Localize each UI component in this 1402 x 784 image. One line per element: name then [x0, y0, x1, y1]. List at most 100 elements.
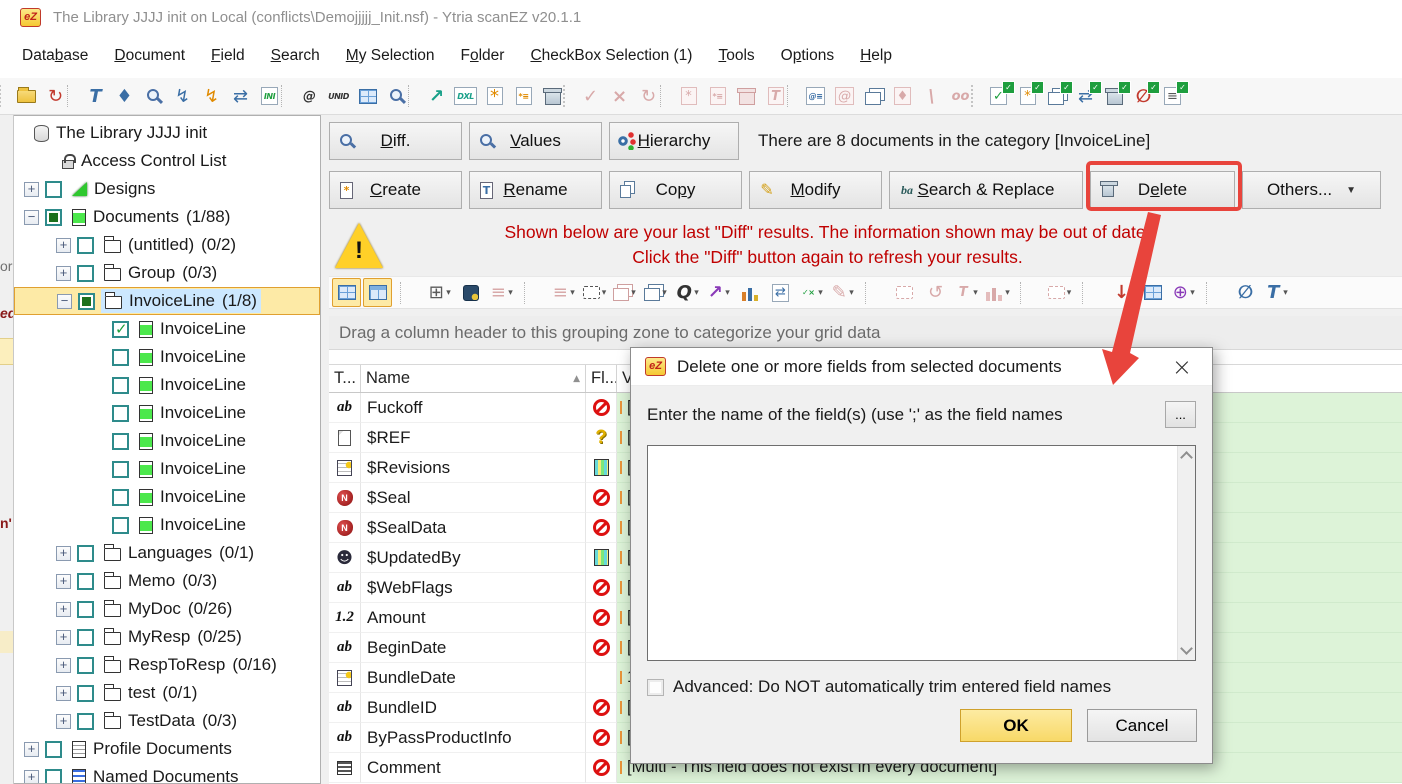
- create-from-selection-icon[interactable]: *: [1014, 83, 1041, 110]
- tree-checkbox[interactable]: [77, 657, 94, 674]
- action-button[interactable]: ✎Modify: [749, 171, 882, 209]
- delete-selection-icon[interactable]: [1101, 83, 1128, 110]
- tree-expander-icon[interactable]: +: [56, 546, 71, 561]
- tree-item[interactable]: InvoiceLine: [14, 315, 320, 343]
- menu-item[interactable]: My Selection: [346, 47, 435, 65]
- menu-item[interactable]: CheckBox Selection (1): [530, 47, 692, 65]
- tree-expander-icon[interactable]: +: [24, 770, 39, 784]
- tree-checkbox[interactable]: [77, 545, 94, 562]
- tree-checkbox[interactable]: [77, 237, 94, 254]
- database-time-icon[interactable]: [456, 278, 485, 307]
- compare-documents-icon[interactable]: ↯: [169, 83, 196, 110]
- action-button[interactable]: Others...▼: [1242, 171, 1381, 209]
- tree-checkbox[interactable]: [112, 349, 129, 366]
- tree-expander-icon[interactable]: −: [24, 210, 39, 225]
- tree-item[interactable]: + Profile Documents: [14, 735, 320, 763]
- create-documents-icon[interactable]: *≡: [510, 83, 537, 110]
- column-header-name[interactable]: Name▲: [361, 365, 586, 392]
- menu-item[interactable]: Database: [22, 47, 88, 65]
- view-banded-icon[interactable]: [363, 278, 392, 307]
- search-mail-icon[interactable]: @: [296, 83, 323, 110]
- ini-settings-icon[interactable]: INI: [256, 83, 283, 110]
- tree-checkbox[interactable]: [45, 741, 62, 758]
- tree-expander-icon[interactable]: +: [56, 238, 71, 253]
- action-button[interactable]: baSearch & Replace: [889, 171, 1083, 209]
- action-button[interactable]: TRename: [469, 171, 602, 209]
- copy-grid-icon[interactable]: [611, 278, 640, 307]
- selection-box-icon[interactable]: [580, 278, 609, 307]
- sync-table-icon[interactable]: ⇄: [766, 278, 795, 307]
- tree-item[interactable]: InvoiceLine: [14, 371, 320, 399]
- tree-item[interactable]: + Designs: [14, 175, 320, 203]
- export-document-icon[interactable]: ↗: [423, 83, 450, 110]
- grouping-zone[interactable]: Drag a column header to this grouping zo…: [329, 316, 1402, 350]
- export-grid-icon[interactable]: ↗: [704, 278, 733, 307]
- tree-item[interactable]: − Documents (1/88): [14, 203, 320, 231]
- tree-expander-icon[interactable]: +: [56, 266, 71, 281]
- tree-expander-icon[interactable]: +: [56, 574, 71, 589]
- title-options-icon[interactable]: T: [82, 83, 109, 110]
- tree-checkbox[interactable]: [77, 713, 94, 730]
- date-column-icon[interactable]: T: [952, 278, 981, 307]
- purge-icon[interactable]: \: [918, 83, 945, 110]
- audit-icon[interactable]: [140, 83, 167, 110]
- merge-selection-icon[interactable]: ⇄: [1072, 83, 1099, 110]
- open-database-icon[interactable]: [13, 83, 40, 110]
- tree-item[interactable]: + Languages (0/1): [14, 539, 320, 567]
- view-flat-icon[interactable]: [332, 278, 361, 307]
- discard-icon[interactable]: ×: [606, 83, 633, 110]
- tree-checkbox[interactable]: [45, 209, 62, 226]
- fit-grid-icon[interactable]: [1045, 278, 1074, 307]
- tree-checkbox[interactable]: [112, 405, 129, 422]
- tree-checkbox[interactable]: [112, 517, 129, 534]
- tree-item[interactable]: + Memo (0/3): [14, 567, 320, 595]
- tree-item[interactable]: + Group (0/3): [14, 259, 320, 287]
- cancel-button[interactable]: Cancel: [1087, 709, 1197, 742]
- tree-item[interactable]: + TestData (0/3): [14, 707, 320, 735]
- tree-expander-icon[interactable]: +: [24, 182, 39, 197]
- tree-checkbox[interactable]: [112, 433, 129, 450]
- tree-item[interactable]: The Library JJJJ init: [14, 119, 320, 147]
- recent-databases-icon[interactable]: ↻: [42, 83, 69, 110]
- retitle-icon[interactable]: T: [762, 83, 789, 110]
- export-dxl-icon[interactable]: DXL: [452, 83, 479, 110]
- tree-item[interactable]: + MyResp (0/25): [14, 623, 320, 651]
- tree-item[interactable]: InvoiceLine: [14, 427, 320, 455]
- menu-item[interactable]: Options: [781, 47, 834, 65]
- tree-expander-icon[interactable]: −: [57, 294, 72, 309]
- advanced-checkbox[interactable]: [647, 679, 664, 696]
- tree-expander-icon[interactable]: +: [56, 714, 71, 729]
- dialog-close-icon[interactable]: ×: [1166, 355, 1198, 379]
- tree-item[interactable]: + Named Documents: [14, 763, 320, 784]
- tree-item[interactable]: − InvoiceLine (1/8): [14, 287, 320, 315]
- tree-item[interactable]: + RespToResp (0/16): [14, 651, 320, 679]
- paste-grid-icon[interactable]: [642, 278, 671, 307]
- sort-columns-icon[interactable]: [983, 278, 1012, 307]
- tree-checkbox[interactable]: [77, 573, 94, 590]
- copy-database-icon[interactable]: ⇄: [227, 83, 254, 110]
- tree-checkbox[interactable]: [112, 321, 129, 338]
- reload-icon[interactable]: ↻: [635, 83, 662, 110]
- menu-item[interactable]: Help: [860, 47, 892, 65]
- column-header-flag[interactable]: Fl...: [586, 365, 617, 392]
- document-navigator-icon[interactable]: ♦: [889, 83, 916, 110]
- tree-item[interactable]: + test (0/1): [14, 679, 320, 707]
- tree-item[interactable]: + (untitled) (0/2): [14, 231, 320, 259]
- new-document-icon[interactable]: *: [675, 83, 702, 110]
- search-view-icon[interactable]: [354, 83, 381, 110]
- tree-checkbox[interactable]: [45, 181, 62, 198]
- tree-item[interactable]: InvoiceLine: [14, 483, 320, 511]
- tree-item[interactable]: + MyDoc (0/26): [14, 595, 320, 623]
- tree-item[interactable]: InvoiceLine: [14, 455, 320, 483]
- view-button[interactable]: Values: [469, 122, 602, 160]
- action-button[interactable]: *Create: [329, 171, 462, 209]
- chart-icon[interactable]: [735, 278, 764, 307]
- tree-checkbox[interactable]: [77, 629, 94, 646]
- menu-item[interactable]: Tools: [718, 47, 754, 65]
- scroll-down-icon[interactable]: [1180, 642, 1193, 655]
- tree-item[interactable]: InvoiceLine: [14, 511, 320, 539]
- linked-documents-icon[interactable]: [860, 83, 887, 110]
- tree-checkbox[interactable]: [78, 293, 95, 310]
- delete-document-icon[interactable]: [733, 83, 760, 110]
- search-unid-icon[interactable]: UNID: [325, 83, 352, 110]
